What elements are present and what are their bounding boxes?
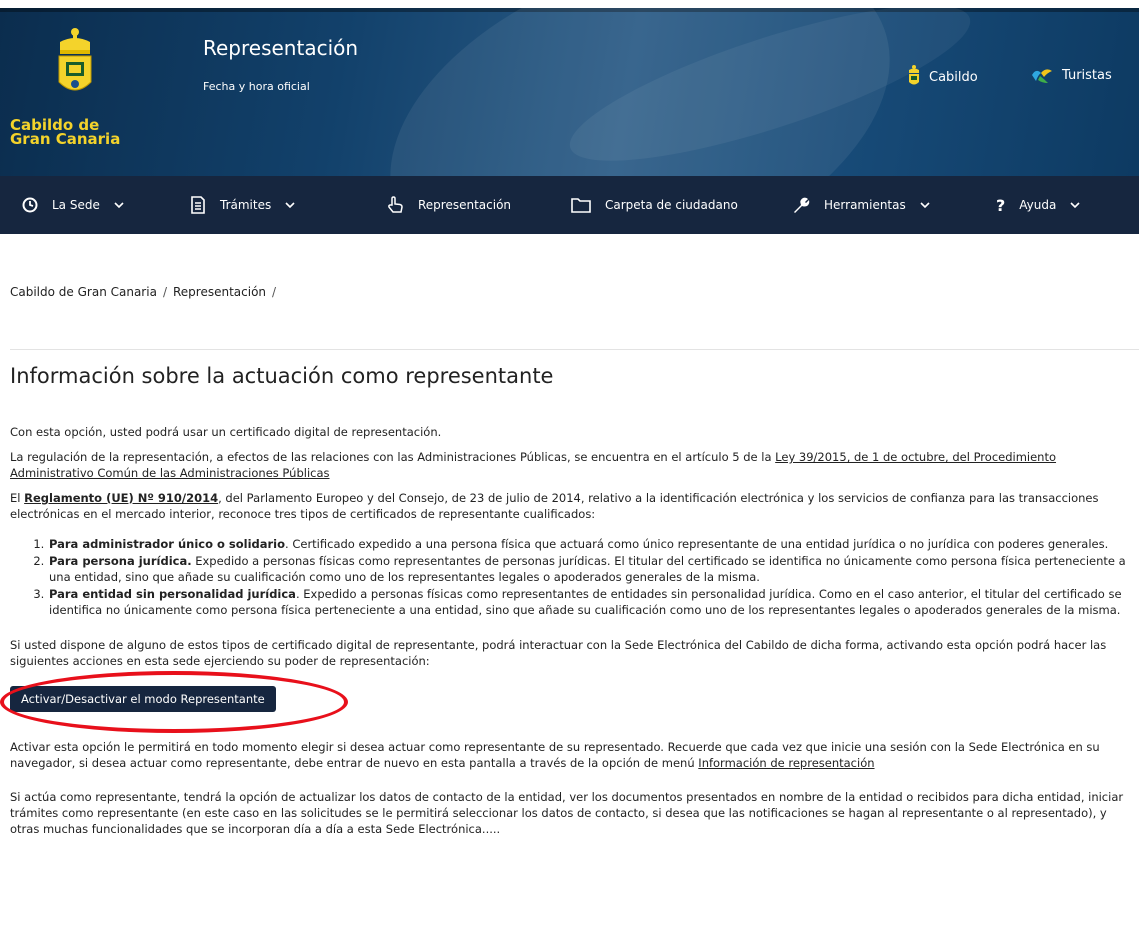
highlight-circle (0, 671, 348, 733)
official-time-link[interactable]: Fecha y hora oficial (203, 80, 310, 93)
breadcrumb-current: Representación (172, 285, 267, 299)
activation-paragraph: Activar esta opción le permitirá en todo… (10, 740, 1100, 770)
cabildo-link[interactable]: Cabildo (907, 65, 978, 89)
nav-item-carpeta-ciudadano[interactable]: Carpeta de ciudadano (571, 176, 738, 234)
nav-item-la-sede[interactable]: La Sede (22, 176, 124, 234)
divider (10, 349, 1139, 350)
question-icon: ? (996, 195, 1006, 215)
nav-label: Carpeta de ciudadano (605, 198, 738, 212)
chevron-down-icon (1070, 202, 1080, 209)
clock-icon (22, 197, 38, 213)
intro-paragraph: Con esta opción, usted podrá usar un cer… (10, 425, 442, 439)
breadcrumb-separator: / (272, 285, 277, 299)
functionality-paragraph: Si actúa como representante, tendrá la o… (10, 790, 1124, 836)
document-icon (191, 196, 205, 214)
page-title: Representación (203, 36, 359, 60)
turistas-link[interactable]: Turistas (1030, 65, 1112, 85)
reglamento-link[interactable]: Reglamento (UE) Nº 910/2014 (24, 491, 218, 505)
toggle-button-area: Activar/Desactivar el modo Representante (0, 671, 1132, 733)
nav-label: Representación (418, 198, 512, 212)
chevron-down-icon (285, 202, 295, 209)
nav-label: La Sede (52, 198, 100, 212)
wrench-icon (794, 197, 810, 213)
hand-pointer-icon (388, 196, 403, 213)
list-item: Para persona jurídica. Expedido a person… (48, 553, 1132, 585)
nav-label: Trámites (220, 198, 272, 212)
nav-item-tramites[interactable]: Trámites (190, 176, 295, 234)
nav-item-herramientas[interactable]: Herramientas (792, 176, 930, 234)
crest-small-icon (909, 65, 919, 85)
site-header: Cabildo de Gran Canaria Representación F… (0, 8, 1139, 176)
breadcrumb-separator: / (162, 285, 167, 299)
actions-paragraph: Si usted dispone de alguno de estos tipo… (10, 638, 1107, 668)
turistas-link-label: Turistas (1062, 67, 1112, 83)
tourism-icon (1032, 69, 1052, 83)
breadcrumb-home[interactable]: Cabildo de Gran Canaria (10, 285, 157, 299)
regulation-paragraph: La regulación de la representación, a ef… (10, 450, 1057, 480)
nav-item-ayuda[interactable]: ? Ayuda (996, 176, 1080, 234)
section-heading: Información sobre la actuación como repr… (10, 364, 554, 388)
nav-label: Ayuda (1019, 198, 1057, 212)
cabildo-logo[interactable]: Cabildo de Gran Canaria (10, 26, 140, 156)
nav-label: Herramientas (824, 198, 906, 212)
list-item: Para administrador único o solidario. Ce… (48, 536, 1132, 552)
folder-icon (571, 198, 591, 213)
main-nav: La Sede Trámites Representación Carpeta … (0, 176, 1139, 234)
info-representacion-link[interactable]: Información de representación (698, 756, 874, 770)
certificate-types-list: Para administrador único o solidario. Ce… (48, 536, 1132, 618)
main-content: Con esta opción, usted podrá usar un cer… (0, 424, 1132, 846)
crest-icon (58, 28, 92, 91)
reglamento-paragraph: El Reglamento (UE) Nº 910/2014, del Parl… (10, 491, 1099, 521)
cabildo-link-label: Cabildo (929, 69, 978, 85)
list-item: Para entidad sin personalidad jurídica. … (48, 586, 1132, 618)
breadcrumb: Cabildo de Gran Canaria / Representación / (10, 285, 282, 299)
nav-item-representacion[interactable]: Representación (386, 176, 511, 234)
chevron-down-icon (920, 202, 930, 209)
logo-text: Cabildo de Gran Canaria (10, 116, 121, 148)
chevron-down-icon (114, 202, 124, 209)
